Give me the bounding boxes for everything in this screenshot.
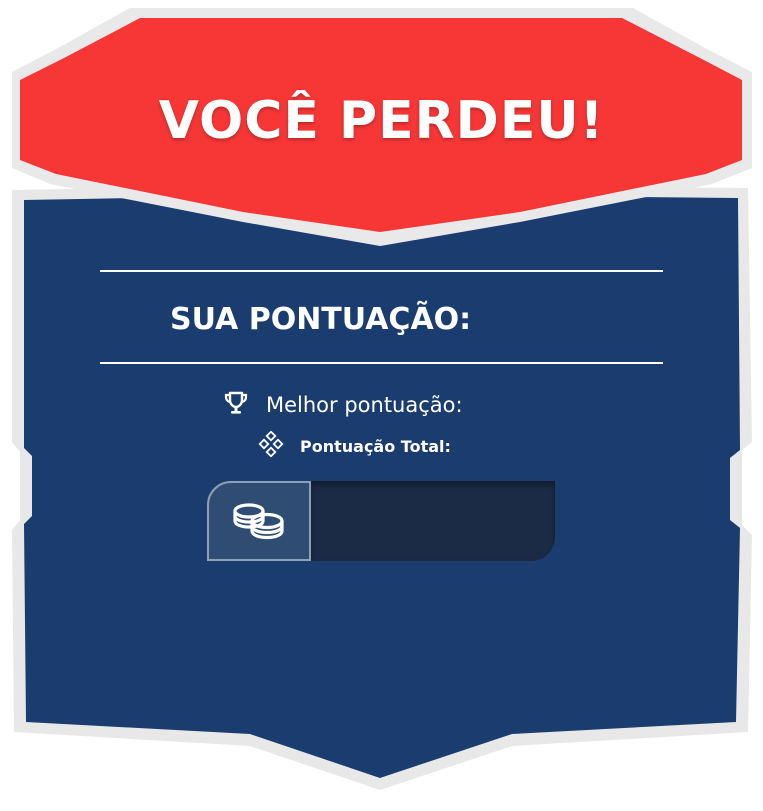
total-score-label: Pontuação Total:: [300, 436, 451, 456]
score-label: SUA PONTUAÇÃO:: [170, 302, 472, 337]
best-score-label: Melhor pontuação:: [266, 393, 463, 417]
trophy-icon: [222, 389, 250, 422]
best-score-row: Melhor pontuação:: [222, 388, 473, 422]
coins-counter: [207, 481, 555, 561]
diamond-grid-icon: [258, 429, 284, 462]
total-score-row: Pontuação Total:: [258, 429, 451, 462]
game-over-title: VOCÊ PERDEU!: [158, 91, 605, 151]
coins-icon-container: [207, 481, 311, 561]
game-over-screen: VOCÊ PERDEU! SUA PONTUAÇÃO: Melhor pontu…: [0, 0, 763, 811]
coins-icon: [233, 503, 284, 540]
bottom-divider: [100, 362, 663, 364]
coins-value-box: [311, 481, 555, 561]
top-divider: [100, 270, 663, 272]
